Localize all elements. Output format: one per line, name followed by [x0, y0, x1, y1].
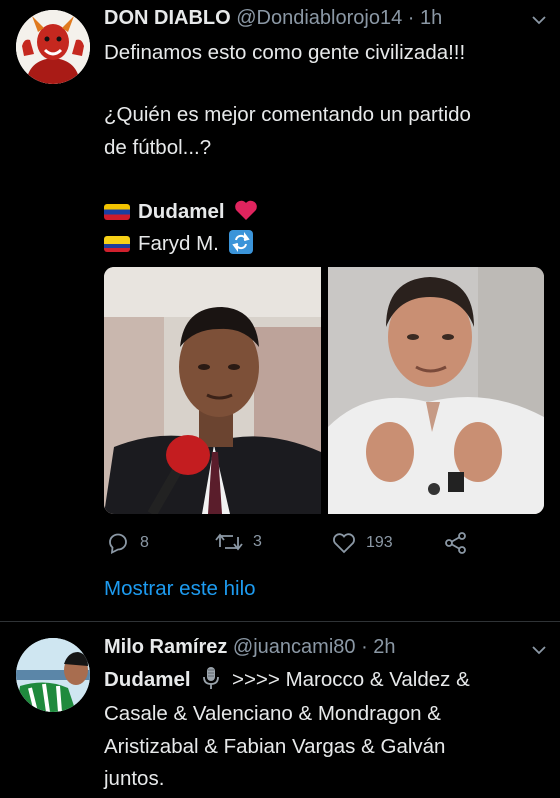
retweet-count: 3	[253, 533, 262, 550]
retweet-icon	[215, 533, 243, 551]
avatar-milo-ramirez[interactable]	[16, 638, 90, 712]
tweet2-text-line-2: Casale & Valenciano & Mondragon &	[104, 702, 441, 725]
tweet-1[interactable]: DON DIABLO @Dondiablorojo14 · 1h Definam…	[0, 0, 560, 622]
reply-count: 8	[140, 534, 149, 551]
timestamp[interactable]: 1h	[420, 7, 442, 29]
like-button[interactable]: 193	[332, 532, 393, 554]
venezuela-flag-icon	[104, 204, 130, 220]
reply-button[interactable]: 8	[106, 532, 149, 554]
heart-icon	[333, 533, 355, 554]
option-faryd: Faryd M.	[104, 227, 253, 260]
avatar-don-diablo[interactable]	[16, 10, 90, 84]
colombia-flag-icon	[104, 236, 130, 252]
chevron-down-icon[interactable]	[532, 12, 546, 30]
option-dudamel: Dudamel	[104, 195, 258, 228]
photo-dudamel[interactable]	[104, 267, 321, 514]
tweet2-bold-word: Dudamel	[104, 668, 191, 691]
option-2-label: Faryd M.	[138, 232, 219, 255]
repeat-emoji-icon	[228, 230, 253, 254]
tweet2-text-line-3: Aristizabal & Fabian Vargas & Galván	[104, 735, 446, 758]
handle[interactable]: @juancami80	[233, 636, 356, 658]
tweet-text-line-1: Definamos esto como gente civilizada!!!	[104, 41, 466, 64]
show-thread-link[interactable]: Mostrar este hilo	[104, 577, 256, 601]
display-name[interactable]: DON DIABLO	[104, 7, 231, 29]
tweet-text-line-2: ¿Quién es mejor comentando un partido	[104, 103, 471, 126]
tweet2-text-line-1: Dudamel >>>> Marocco & Valdez &	[104, 663, 470, 696]
chevron-down-icon[interactable]	[532, 642, 546, 660]
reply-icon	[109, 533, 127, 554]
share-icon	[445, 532, 466, 554]
retweet-button[interactable]: 3	[215, 532, 262, 552]
tweet2-line-1-rest: >>>> Marocco & Valdez &	[231, 668, 470, 691]
like-count: 193	[366, 534, 393, 551]
tweet2-text-line-4: juntos.	[104, 767, 165, 790]
separator: ·	[402, 7, 420, 29]
heart-emoji-icon	[235, 200, 258, 220]
option-1-label: Dudamel	[138, 200, 225, 223]
share-button[interactable]	[444, 532, 478, 554]
display-name[interactable]: Milo Ramírez	[104, 636, 227, 658]
photo-faryd-mondragon[interactable]	[328, 267, 544, 514]
tweet-text-line-3: de fútbol...?	[104, 136, 212, 159]
tweet-header: Milo Ramírez @juancami80 · 2h	[104, 636, 396, 659]
handle[interactable]: @Dondiablorojo14	[236, 7, 402, 29]
tweet-header: DON DIABLO @Dondiablorojo14 · 1h	[104, 7, 442, 30]
separator: ·	[355, 636, 374, 658]
timestamp[interactable]: 2h	[373, 636, 395, 658]
microphone-emoji-icon	[203, 667, 220, 689]
